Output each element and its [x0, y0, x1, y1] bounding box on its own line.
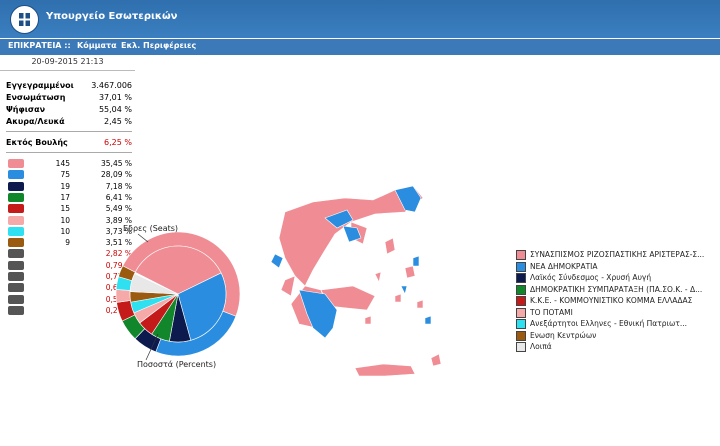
results-pie-chart [115, 231, 241, 357]
divider [6, 152, 132, 153]
syriza-logo-icon [8, 159, 24, 168]
timestamp: 20-09-2015 21:13 [0, 57, 135, 71]
legend-label: ΝΕΑ ΔΗΜΟΚΡΑΤΙΑ [530, 261, 598, 271]
legend-label: Ανεξάρτητοι Ελληνες - Εθνική Πατριωτ... [530, 319, 688, 328]
stat-label: Εγγεγραμμένοι [6, 81, 74, 90]
legend-item: Ανεξάρτητοι Ελληνες - Εθνική Πατριωτ... [516, 319, 687, 329]
legend-label: Κ.Κ.Ε. - ΚΟΜΜΟΥΝΙΣΤΙΚΟ ΚΟΜΜΑ ΕΛΛΑΔΑΣ [530, 296, 693, 305]
stat-label: Ενσωμάτωση [6, 93, 66, 102]
legend-item: Ενωση Κεντρώων [516, 330, 597, 341]
potami-logo-icon [8, 215, 24, 225]
percents-ring-label: Ποσοστά (Percents) [137, 360, 217, 369]
legend-swatch [516, 261, 526, 272]
nd-logo-icon [8, 170, 24, 180]
legend-swatch [516, 284, 526, 295]
nav-item-parties[interactable]: Κόμματα [77, 41, 117, 50]
stat-value: 37,01 % [98, 93, 132, 102]
nav-item-regions[interactable]: Εκλ. Περιφέρειες [121, 41, 196, 50]
legend-label: ΔΗΜΟΚΡΑΤΙΚΗ ΣΥΜΠΑΡΑΤΑΞΗ (ΠΑ.ΣΟ.Κ. - Δ... [530, 284, 703, 294]
stat-label: Εκτός Βουλής [6, 138, 68, 147]
party-logo-icon [8, 294, 24, 304]
legend-label: ΤΟ ΠΟΤΑΜΙ [530, 307, 573, 317]
party-percent: 5,49 % [105, 204, 132, 214]
party-row[interactable]: 19 7,18 % [8, 181, 132, 192]
legend-item: Λοιπά [516, 342, 552, 352]
stat-value: 55,04 % [98, 105, 132, 114]
greek-emblem-icon [10, 5, 39, 34]
map-regions-syriza[interactable] [278, 187, 442, 377]
party-row[interactable]: 15 5,49 % [8, 204, 132, 214]
legend-swatch [516, 296, 526, 306]
stat-value: 2,45 % [104, 117, 132, 126]
stat-value: 6,25 % [104, 138, 132, 147]
xa-logo-icon [8, 181, 24, 191]
stat-invalid-blank: Ακυρα/Λευκά 2,45 % [6, 117, 132, 126]
party-row[interactable]: 17 6,41 % [8, 192, 132, 203]
antarsya-logo-icon [8, 260, 24, 270]
party-seats: 17 [60, 192, 70, 202]
legend-swatch [516, 250, 526, 260]
legend-item: Κ.Κ.Ε. - ΚΟΜΜΟΥΝΙΣΤΙΚΟ ΚΟΜΜΑ ΕΛΛΑΔΑΣ [516, 296, 692, 306]
party-seats: 145 [55, 159, 70, 168]
stat-outside-parliament: Εκτός Βουλής 6,25 % [6, 138, 132, 147]
kke-logo-icon [8, 204, 24, 214]
party-seats: 10 [60, 215, 70, 225]
header-bar: Υπουργείο Εσωτερικών [0, 0, 720, 38]
ek-logo-icon [8, 238, 24, 248]
party-row[interactable]: 145 35,45 % [8, 159, 132, 169]
anel-logo-icon [8, 226, 24, 236]
stat-label: Ψήφισαν [6, 105, 46, 114]
legend-swatch [516, 307, 526, 318]
party-seats: 19 [60, 181, 70, 191]
party-seats: 15 [60, 204, 70, 214]
kkeml-logo-icon [8, 272, 24, 281]
party-row[interactable]: 75 28,09 % [8, 170, 132, 180]
legend-label: Λαϊκός Σύνδεσμος - Χρυσή Αυγή [530, 273, 652, 282]
pasok-logo-icon [8, 192, 24, 202]
party-percent: 35,45 % [101, 159, 132, 168]
party-seats: 75 [60, 170, 70, 180]
party-percent: 28,09 % [101, 170, 132, 180]
party-seats: 10 [60, 226, 70, 236]
party-percent: 6,41 % [105, 192, 132, 202]
legend-swatch [516, 273, 526, 283]
divider [6, 131, 132, 132]
legend-item: ΤΟ ΠΟΤΑΜΙ [516, 307, 573, 318]
legend-swatch [516, 342, 526, 352]
party-percent: 7,18 % [105, 181, 132, 191]
party-logo-2-icon [8, 305, 24, 315]
ministry-title: Υπουργείο Εσωτερικών [46, 11, 178, 22]
koinonia-logo-icon [8, 283, 24, 293]
legend-item: Λαϊκός Σύνδεσμος - Χρυσή Αυγή [516, 273, 651, 283]
stat-voted: Ψήφισαν 55,04 % [6, 105, 132, 114]
stat-label: Ακυρα/Λευκά [6, 117, 65, 126]
legend-label: ΣΥΝΑΣΠΙΣΜΟΣ ΡΙΖΟΣΠΑΣΤΙΚΗΣ ΑΡΙΣΤΕΡΑΣ-Σ... [530, 250, 705, 259]
nav-item-epikrateia[interactable]: ΕΠΙΚΡΑΤΕΙΑ :: [8, 41, 71, 50]
nav-bar: ΕΠΙΚΡΑΤΕΙΑ :: Κόμματα Εκλ. Περιφέρειες [0, 39, 720, 55]
greece-results-map[interactable] [255, 178, 485, 408]
stat-registered: Εγγεγραμμένοι 3.467.006 [6, 81, 132, 90]
stat-value: 3.467.006 [91, 81, 132, 90]
party-seats: 9 [65, 238, 70, 248]
legend-label: Λοιπά [530, 342, 552, 351]
legend-item: ΝΕΑ ΔΗΜΟΚΡΑΤΙΑ [516, 261, 598, 272]
laae-logo-icon [8, 249, 24, 259]
legend-label: Ενωση Κεντρώων [530, 330, 597, 340]
seats-slice[interactable] [115, 289, 131, 303]
stat-integration: Ενσωμάτωση 37,01 % [6, 93, 132, 102]
legend-item: ΔΗΜΟΚΡΑΤΙΚΗ ΣΥΜΠΑΡΑΤΑΞΗ (ΠΑ.ΣΟ.Κ. - Δ... [516, 284, 703, 295]
legend-item: ΣΥΝΑΣΠΙΣΜΟΣ ΡΙΖΟΣΠΑΣΤΙΚΗΣ ΑΡΙΣΤΕΡΑΣ-Σ... [516, 250, 704, 260]
legend-swatch [516, 330, 526, 341]
legend-swatch [516, 319, 526, 329]
seats-ring-label: Εδρες (Seats) [123, 224, 179, 233]
